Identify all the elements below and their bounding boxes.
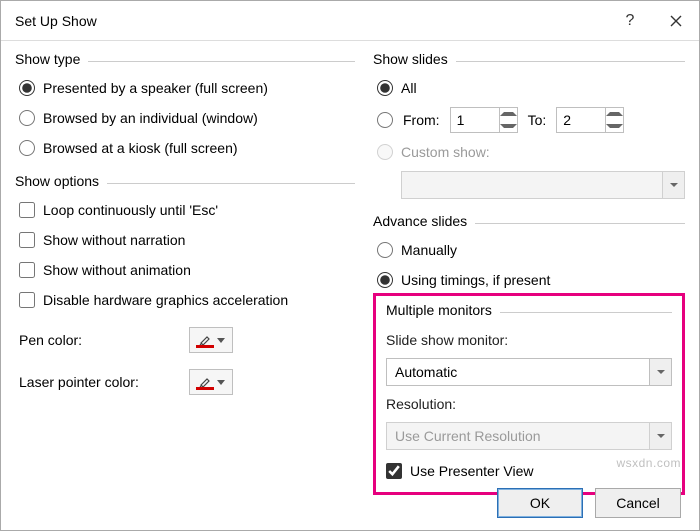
chevron-down-icon [657,434,665,438]
custom-show-dropdown [401,171,685,199]
slide-monitor-dropdown[interactable]: Automatic [386,358,672,386]
radio-browsed-kiosk-input[interactable] [19,140,35,156]
spin-up-icon [500,112,517,116]
radio-manually-input[interactable] [377,242,393,258]
radio-presented-speaker[interactable]: Presented by a speaker (full screen) [19,77,355,99]
pen-color-icon [197,333,213,347]
spin-down-icon [500,124,517,128]
chevron-down-icon [217,380,225,385]
radio-manually[interactable]: Manually [377,239,685,261]
laser-color-label: Laser pointer color: [19,374,149,390]
radio-custom-show: Custom show: [377,141,685,163]
check-loop-esc-input[interactable] [19,202,35,218]
window-title: Set Up Show [1,13,607,29]
check-loop-esc[interactable]: Loop continuously until 'Esc' [19,199,355,221]
pen-color-label: Pen color: [19,332,149,348]
from-spinner[interactable]: 1 [450,107,518,133]
spin-down-icon [606,124,623,128]
from-label: From: [403,112,440,128]
advance-slides-legend: Advance slides [373,213,475,229]
show-options-legend: Show options [15,173,107,189]
radio-browsed-individual-input[interactable] [19,110,35,126]
setup-show-dialog: Set Up Show ? Show type Presented by a s… [0,0,700,531]
pen-color-dropdown[interactable] [189,327,233,353]
check-no-narration[interactable]: Show without narration [19,229,355,251]
to-spinner[interactable]: 2 [556,107,624,133]
check-disable-hw-accel-input[interactable] [19,292,35,308]
show-type-legend: Show type [15,51,88,67]
radio-using-timings-input[interactable] [377,272,393,288]
watermark: wsxdn.com [616,456,681,470]
cancel-button[interactable]: Cancel [595,488,681,518]
check-no-narration-input[interactable] [19,232,35,248]
spin-up-icon [606,112,623,116]
show-slides-legend: Show slides [373,51,456,67]
check-no-animation[interactable]: Show without animation [19,259,355,281]
slide-monitor-label: Slide show monitor: [386,332,672,348]
ok-button[interactable]: OK [497,488,583,518]
help-button[interactable]: ? [607,1,653,41]
chevron-down-icon [657,370,665,374]
radio-using-timings[interactable]: Using timings, if present [377,269,685,291]
radio-browsed-kiosk[interactable]: Browsed at a kiosk (full screen) [19,137,355,159]
title-bar: Set Up Show ? [1,1,699,41]
resolution-dropdown: Use Current Resolution [386,422,672,450]
close-button[interactable] [653,1,699,41]
dialog-footer: OK Cancel [497,488,681,518]
radio-custom-show-input [377,144,393,160]
radio-all-slides-input[interactable] [377,80,393,96]
radio-from-input[interactable] [377,112,393,128]
chevron-down-icon [217,338,225,343]
check-no-animation-input[interactable] [19,262,35,278]
close-icon [670,15,682,27]
to-label: To: [528,112,547,128]
check-disable-hw-accel[interactable]: Disable hardware graphics acceleration [19,289,355,311]
radio-browsed-individual[interactable]: Browsed by an individual (window) [19,107,355,129]
laser-color-icon [197,375,213,389]
laser-color-dropdown[interactable] [189,369,233,395]
radio-all-slides[interactable]: All [377,77,685,99]
radio-presented-speaker-input[interactable] [19,80,35,96]
check-presenter-view-input[interactable] [386,463,402,479]
resolution-label: Resolution: [386,396,672,412]
multiple-monitors-legend: Multiple monitors [386,302,500,318]
chevron-down-icon [670,183,678,187]
